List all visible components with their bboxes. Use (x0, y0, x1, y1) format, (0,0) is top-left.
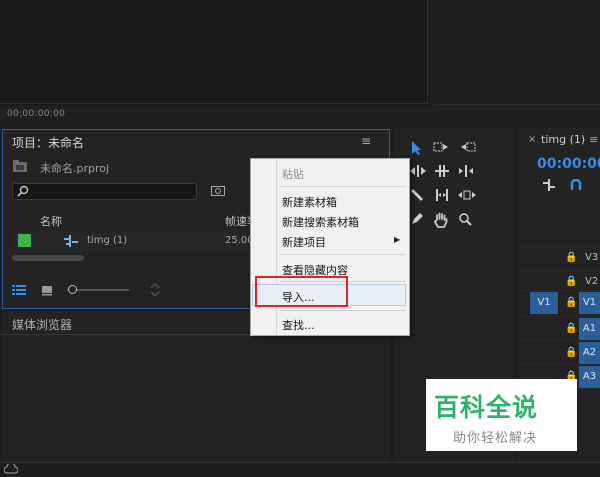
zoom-slider-handle[interactable] (68, 285, 77, 294)
razor-icon[interactable] (410, 188, 428, 206)
monitor-viewport (0, 0, 428, 104)
lock-icon[interactable]: 🔒 (565, 252, 577, 263)
sort-icon[interactable] (150, 283, 160, 297)
status-bar (0, 462, 600, 477)
track-row-v1[interactable]: V1 🔒 V1 (518, 290, 600, 314)
horizontal-scrollbar[interactable] (12, 255, 84, 261)
track-label-v3: V3 (585, 252, 599, 263)
monitor-timecode[interactable]: 00:00:00:00 (7, 109, 65, 119)
search-bin-icon[interactable] (211, 184, 225, 196)
lock-icon[interactable]: 🔒 (565, 297, 577, 308)
menu-separator (280, 254, 406, 255)
track-select-backward-icon[interactable] (458, 140, 476, 158)
menu-gutter (276, 159, 277, 335)
menu-item-new-item[interactable]: 新建项目 (282, 234, 326, 250)
tab-sequence[interactable]: timg (1) (541, 133, 585, 146)
annotation-highlight-box (255, 276, 348, 307)
submenu-arrow-icon: ▶ (394, 235, 401, 244)
lock-icon[interactable]: 🔒 (565, 276, 577, 287)
timeline-timecode[interactable]: 00:00:00 (537, 156, 600, 172)
track-target-v1[interactable]: V1 (579, 292, 600, 314)
zoom-tool-icon[interactable] (458, 212, 476, 230)
menu-item-new-bin[interactable]: 新建素材箱 (282, 194, 337, 210)
selection-tool-icon[interactable] (410, 140, 428, 158)
tab-media-browser[interactable]: 媒体浏览器 (12, 316, 72, 333)
track-target-a1[interactable]: A1 (579, 318, 600, 340)
icon-view-icon[interactable] (41, 284, 53, 296)
menu-separator (280, 186, 406, 187)
track-row-a2[interactable]: 🔒 A2 (518, 340, 600, 364)
watermark-subtitle: 助你轻松解决 (453, 431, 538, 446)
track-select-forward-icon[interactable] (433, 140, 451, 158)
menu-separator (280, 310, 406, 311)
close-icon[interactable]: × (528, 134, 536, 145)
sequence-icon (64, 235, 78, 247)
slide-icon[interactable] (458, 188, 476, 206)
watermark-title: 百科全说 (434, 393, 539, 422)
track-row-v3[interactable]: 🔒 V3 (518, 246, 600, 270)
snap-magnet-icon[interactable] (570, 179, 582, 191)
hand-icon[interactable] (434, 212, 452, 230)
rate-stretch-icon[interactable] (458, 164, 476, 182)
menu-item-paste[interactable]: 粘贴 (282, 166, 304, 182)
track-label-v2: V2 (585, 276, 599, 287)
menu-item-new-search-bin[interactable]: 新建搜索素材箱 (282, 214, 359, 230)
lock-icon[interactable]: 🔒 (565, 347, 577, 358)
project-file-icon (13, 160, 27, 172)
timeline-menu-icon[interactable]: ≡ (589, 133, 598, 146)
table-row[interactable] (12, 231, 252, 251)
creative-cloud-icon[interactable] (4, 464, 18, 474)
project-panel-title[interactable]: 项目：未命名 (12, 134, 84, 151)
track-row-a1[interactable]: 🔒 A1 (518, 316, 600, 340)
track-target-a2[interactable]: A2 (579, 342, 600, 364)
nest-sequence-icon[interactable] (542, 179, 556, 191)
project-file-name: 未命名.prproj (40, 162, 110, 175)
panel-menu-icon[interactable]: ≡ (361, 134, 371, 148)
rolling-edit-icon[interactable] (434, 164, 452, 182)
ripple-edit-icon[interactable] (410, 164, 428, 182)
label-color-swatch[interactable] (18, 234, 31, 247)
divider (433, 104, 600, 105)
menu-item-find[interactable]: 查找... (282, 317, 315, 333)
list-view-icon[interactable] (12, 284, 26, 296)
pen-icon[interactable] (410, 212, 428, 230)
source-patch-v1[interactable]: V1 (530, 292, 558, 314)
slip-icon[interactable] (433, 188, 451, 206)
search-icon (17, 185, 29, 197)
program-monitor (433, 0, 600, 120)
search-input[interactable] (12, 183, 197, 200)
track-target-a3[interactable]: A3 (579, 366, 600, 388)
sequence-name[interactable]: timg (1) (87, 235, 127, 246)
column-header-name[interactable]: 名称 (40, 213, 62, 229)
lock-icon[interactable]: 🔒 (565, 323, 577, 334)
